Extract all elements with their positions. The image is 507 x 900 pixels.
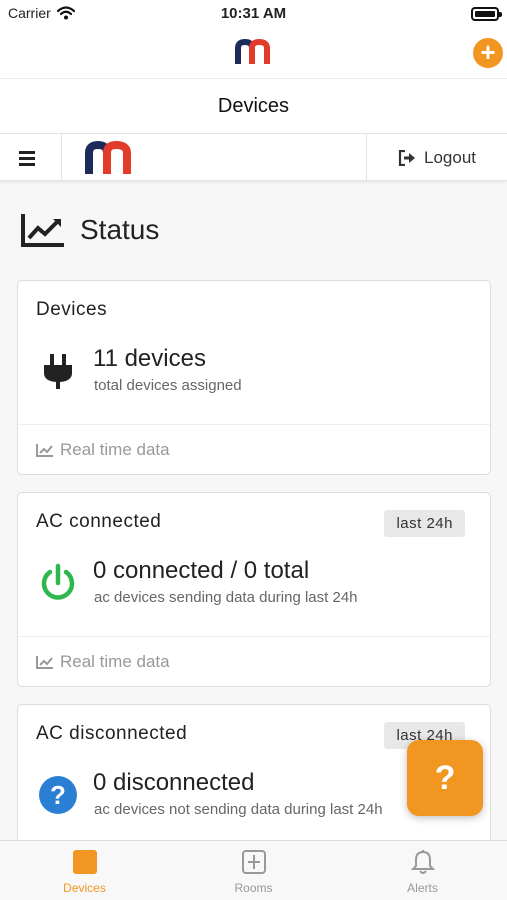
- question-circle-icon: ?: [39, 776, 77, 814]
- clock: 10:31 AM: [220, 5, 287, 22]
- hamburger-icon-line: [19, 157, 35, 160]
- card-title: AC connected: [36, 511, 162, 532]
- tab-label: Alerts: [407, 881, 438, 895]
- real-time-label: Real time data: [60, 439, 170, 459]
- hamburger-icon: [19, 151, 35, 154]
- mn-logo: [85, 140, 131, 174]
- plug-icon: [44, 354, 72, 389]
- page-title: Devices: [0, 78, 507, 133]
- logout-button[interactable]: Logout: [366, 134, 507, 181]
- real-time-label: Real time data: [60, 651, 170, 671]
- ac-connected-subtitle: ac devices sending data during last 24h: [94, 589, 358, 606]
- tab-bar: Devices Rooms Alerts: [0, 840, 507, 900]
- devices-count: 11 devices: [93, 345, 206, 372]
- ac-connected-card: AC connected last 24h 0 connected / 0 to…: [17, 492, 491, 687]
- devices-subtitle: total devices assigned: [94, 377, 242, 394]
- add-button[interactable]: +: [473, 38, 503, 68]
- devices-card: Devices 11 devices total devices assigne…: [17, 280, 491, 475]
- svg-text:?: ?: [50, 780, 66, 810]
- status-heading: Status: [20, 212, 159, 248]
- battery-icon: [471, 7, 502, 21]
- power-icon: [41, 563, 75, 600]
- device-square-icon: [72, 850, 97, 874]
- line-chart-icon: [36, 443, 53, 457]
- sign-out-icon: [398, 149, 415, 166]
- room-icon: [241, 850, 266, 874]
- tab-rooms[interactable]: Rooms: [169, 841, 338, 900]
- mn-logo: [235, 38, 270, 64]
- ac-disconnected-subtitle: ac devices not sending data during last …: [94, 801, 383, 818]
- ac-connected-count: 0 connected / 0 total: [93, 557, 310, 584]
- tab-alerts[interactable]: Alerts: [338, 841, 507, 900]
- ac-disconnected-count: 0 disconnected: [93, 769, 255, 796]
- help-button[interactable]: ?: [407, 740, 483, 816]
- app-header: +: [0, 30, 507, 78]
- logout-label: Logout: [424, 147, 476, 167]
- real-time-link[interactable]: Real time data: [18, 636, 490, 686]
- tab-label: Rooms: [234, 881, 273, 895]
- bell-icon: [410, 850, 435, 874]
- status-bar: Carrier 10:31 AM: [0, 0, 507, 30]
- menu-button[interactable]: [0, 134, 62, 181]
- card-title: AC disconnected: [36, 723, 188, 744]
- time-range-badge: last 24h: [384, 510, 465, 537]
- line-chart-icon: [21, 214, 64, 247]
- hamburger-icon-line: [19, 163, 35, 166]
- toolbar: Logout: [0, 133, 507, 181]
- line-chart-icon: [36, 655, 53, 669]
- tab-devices[interactable]: Devices: [0, 841, 169, 900]
- tab-label: Devices: [63, 881, 106, 895]
- real-time-link[interactable]: Real time data: [18, 424, 490, 474]
- status-title: Status: [80, 214, 160, 245]
- card-title: Devices: [36, 299, 108, 320]
